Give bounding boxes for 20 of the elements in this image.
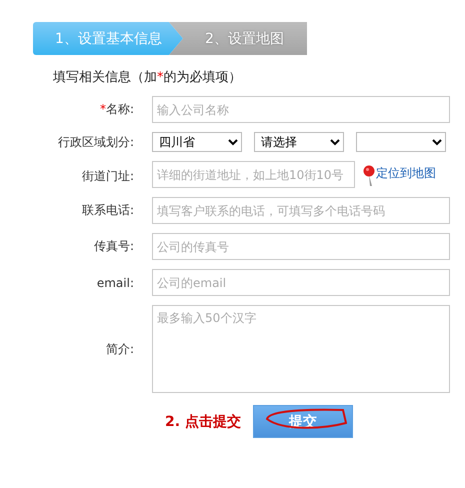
map-link[interactable]: 定位到地图 [363, 165, 436, 187]
textarea-field[interactable]: 最多输入50个汉字 [152, 305, 450, 393]
form-heading: 填写相关信息（加*的为必填项） [53, 69, 242, 86]
input-field[interactable]: 公司的传真号 [152, 233, 450, 260]
field-label: 联系电话: [80, 202, 134, 219]
field-label: 行政区域划分: [56, 134, 134, 150]
input-field[interactable]: 详细的街道地址，如上地10街10号 [152, 161, 355, 188]
dropdown[interactable]: 四川省 [152, 132, 242, 152]
field-label: *名称: [98, 101, 134, 118]
input-field[interactable]: 公司的email [152, 269, 450, 296]
field-label: 街道门址: [80, 168, 134, 185]
field-label: 传真号: [92, 238, 134, 255]
dropdown[interactable] [356, 132, 446, 152]
field-label: 简介: [104, 340, 134, 358]
annotation-text: 2. 点击提交 [165, 412, 241, 430]
input-field[interactable]: 输入公司名称 [152, 96, 450, 123]
pin-icon [363, 165, 375, 187]
input-field[interactable]: 填写客户联系的电话，可填写多个电话号码 [152, 197, 450, 224]
dropdown[interactable]: 请选择 [254, 132, 344, 152]
field-label: email: [96, 276, 134, 290]
